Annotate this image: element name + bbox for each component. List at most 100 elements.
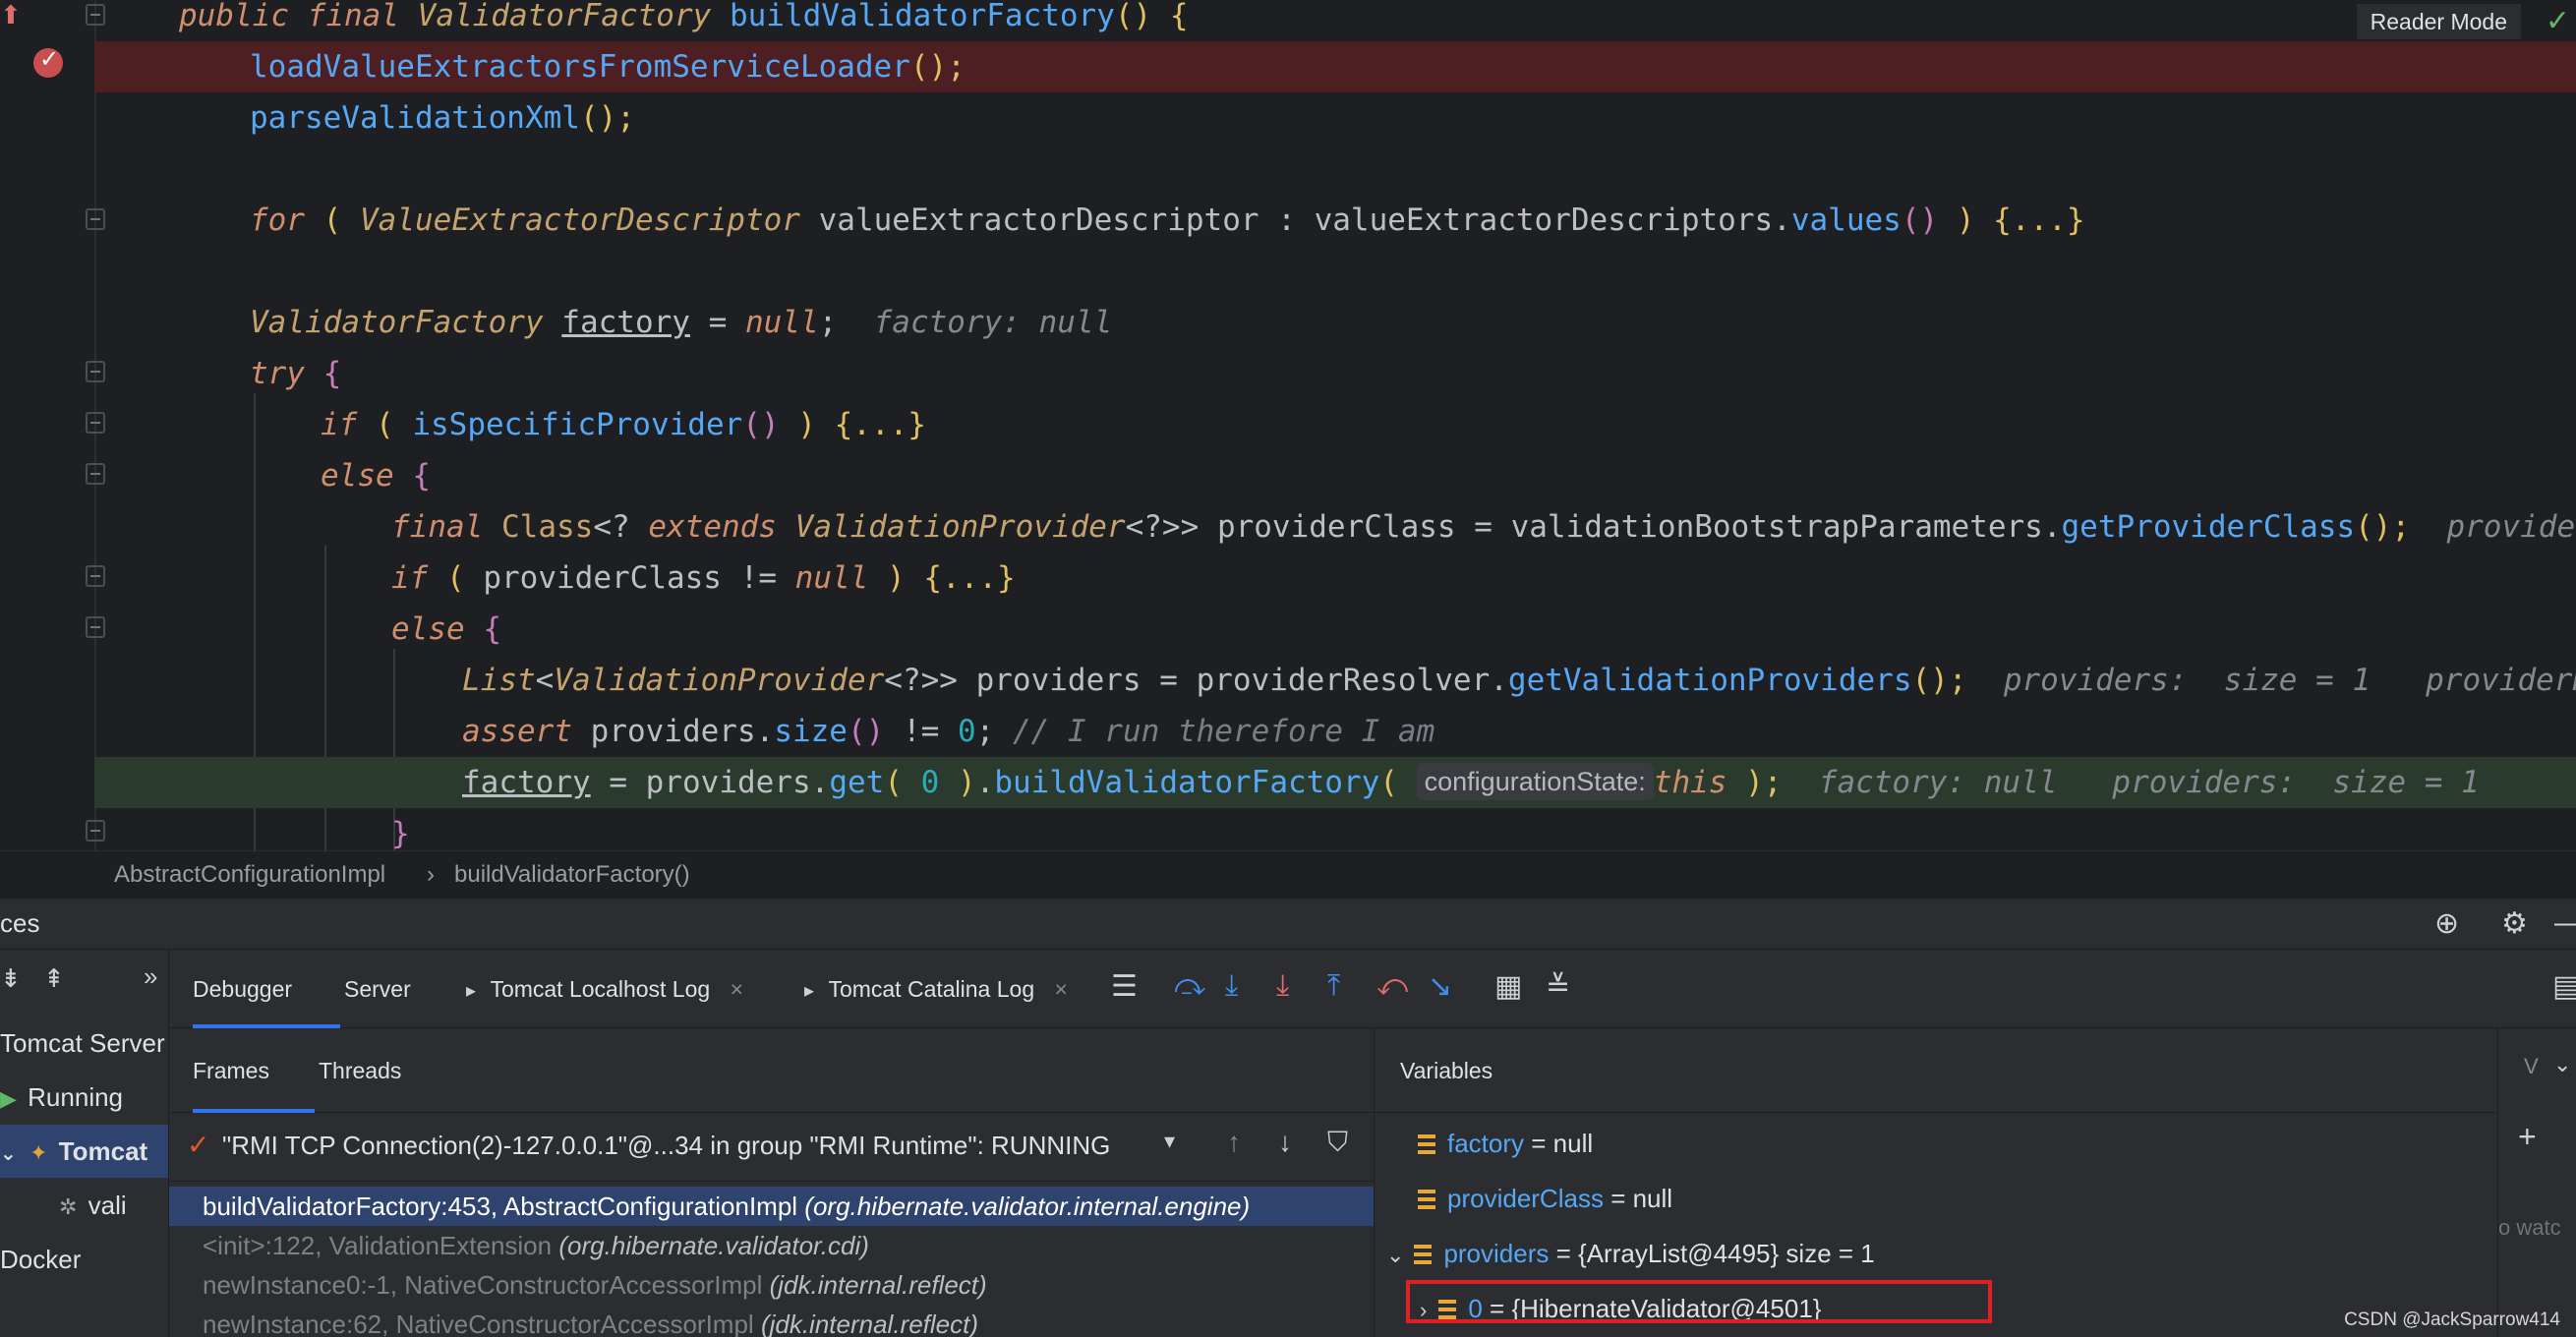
variable-row[interactable]: providerClass = null	[1375, 1174, 2497, 1223]
variable-value: = null	[1531, 1129, 1594, 1158]
code-token: !=	[902, 714, 940, 749]
services-tree[interactable]: ⇟ ⇞ » Tomcat Server ▶ Running ⌄ ✦ Tomcat…	[0, 950, 169, 1337]
menu-icon[interactable]: ☰	[1111, 969, 1138, 1004]
code-editor[interactable]: ⬆ ✓ public final ValidatorFactory buildV…	[0, 0, 2576, 850]
code-line-9[interactable]: final Class<? extends ValidationProvider…	[0, 501, 2576, 552]
folded-block[interactable]: {...}	[923, 560, 1015, 596]
breadcrumb: AbstractConfigurationImpl › buildValidat…	[0, 850, 2576, 898]
code-token: )	[886, 560, 906, 596]
tab-server[interactable]: Server	[344, 950, 411, 1028]
reader-mode-button[interactable]: Reader Mode	[2356, 4, 2521, 39]
crosshair-icon[interactable]: ⊕	[2434, 906, 2459, 941]
services-tool-window: ces ⊕ ⚙ — ⇟ ⇞ » Tomcat Server ▶ Running …	[0, 898, 2576, 1337]
code-line-8[interactable]: else {	[0, 450, 2576, 501]
code-line-10[interactable]: if ( providerClass != null ) {...}	[0, 552, 2576, 604]
tab-frames[interactable]: Frames	[193, 1028, 315, 1113]
arrow-up-icon[interactable]: ↑	[1227, 1127, 1241, 1158]
inline-value-hint: providers: size = 1	[2003, 663, 2371, 698]
variable-row[interactable]: factory = null	[1375, 1119, 2497, 1168]
method-call: parseValidationXml	[250, 100, 580, 136]
tomcat-icon: ✦	[29, 1140, 48, 1165]
tree-item-tomcat-server[interactable]: Tomcat Server	[0, 1017, 168, 1070]
type-name: List	[462, 663, 536, 698]
chevron-down-icon[interactable]: ⌄	[2553, 1052, 2571, 1077]
tree-item-label: Docker	[0, 1245, 82, 1274]
close-tab-icon[interactable]: ×	[1055, 976, 1068, 1002]
tree-item-artifact[interactable]: ✲ vali	[0, 1179, 168, 1232]
more-icon[interactable]: »	[144, 961, 157, 992]
tab-tomcat-catalina-log[interactable]: ▸ Tomcat Catalina Log ×	[804, 950, 1068, 1028]
code-line-1[interactable]: public final ValidatorFactory buildValid…	[0, 0, 2576, 41]
chevron-down-icon[interactable]: ⌄	[1386, 1243, 1404, 1267]
tree-item-running[interactable]: ▶ Running	[0, 1071, 168, 1124]
step-over-icon[interactable]: ⤼	[1174, 969, 1205, 1003]
folded-block[interactable]: {...}	[835, 407, 926, 442]
code-line-3[interactable]: parseValidationXml();	[0, 92, 2576, 144]
arrow-down-icon[interactable]: ↓	[1278, 1127, 1292, 1158]
code-line-5[interactable]: ValidatorFactory factory = null; factory…	[0, 297, 2576, 348]
code-line-4[interactable]: for ( ValueExtractorDescriptor valueExtr…	[0, 195, 2576, 246]
tab-threads[interactable]: Threads	[319, 1028, 401, 1113]
minimize-icon[interactable]: —	[2554, 906, 2576, 940]
code-line-12[interactable]: List<ValidationProvider<?>> providers = …	[0, 655, 2576, 706]
code-line-15[interactable]: }	[0, 808, 2576, 850]
code-line-7[interactable]: if ( isSpecificProvider() ) {...}	[0, 399, 2576, 450]
breadcrumb-method[interactable]: buildValidatorFactory()	[454, 851, 690, 899]
add-watch-icon[interactable]: +	[2518, 1119, 2537, 1155]
code-token: .	[755, 714, 775, 749]
inline-value-hint: providerReso	[2426, 663, 2576, 698]
tree-item-tomcat[interactable]: ⌄ ✦ Tomcat	[0, 1125, 168, 1178]
method-call: loadValueExtractorsFromServiceLoader	[250, 49, 910, 85]
code-line-execution-point[interactable]: factory = providers.get( 0 ).buildValida…	[94, 757, 2576, 808]
method-call: size	[774, 714, 848, 749]
filter-icon[interactable]: ⛉	[1327, 1127, 1348, 1159]
inspection-ok-icon[interactable]: ✓	[2546, 4, 2570, 38]
close-tab-icon[interactable]: ×	[731, 976, 743, 1002]
code-token: .	[1490, 663, 1508, 698]
force-step-into-icon[interactable]: ⤓	[1276, 969, 1289, 1003]
drop-frame-icon[interactable]: ⤺	[1376, 969, 1408, 1003]
evaluate-expression-icon[interactable]: ▦	[1494, 969, 1522, 1004]
code-token: <?>>	[884, 663, 958, 698]
code-token: ()	[1901, 203, 1939, 238]
trace-icon[interactable]: ≚	[1546, 969, 1570, 1004]
collapse-all-icon[interactable]: ⇞	[43, 963, 65, 994]
code-token: !=	[739, 560, 777, 596]
step-into-icon[interactable]: ⤓	[1225, 969, 1238, 1003]
tree-item-label: vali	[88, 1191, 127, 1220]
chevron-down-icon[interactable]: ▾	[1164, 1129, 1175, 1154]
thread-selector[interactable]: ✓ "RMI TCP Connection(2)-127.0.0.1"@...3…	[169, 1113, 1374, 1182]
code-token: ();	[2355, 509, 2411, 545]
code-token: .	[1773, 203, 1791, 238]
stack-frame[interactable]: <init>:122, ValidationExtension (org.hib…	[169, 1226, 1374, 1265]
code-line-breakpoint[interactable]: loadValueExtractorsFromServiceLoader();	[94, 41, 2576, 92]
tab-tomcat-localhost-log[interactable]: ▸ Tomcat Localhost Log ×	[466, 950, 743, 1028]
variable-name: providers	[1443, 1239, 1550, 1268]
thread-selector-label: "RMI TCP Connection(2)-127.0.0.1"@...34 …	[222, 1131, 1111, 1160]
stack-frame[interactable]: newInstance0:-1, NativeConstructorAccess…	[169, 1265, 1374, 1305]
stack-frame[interactable]: newInstance:62, NativeConstructorAccesso…	[169, 1305, 1374, 1337]
variable: providerClass	[483, 560, 722, 596]
variable-row[interactable]: ⌄ providers = {ArrayList@4495} size = 1	[1375, 1229, 2497, 1278]
tree-item-docker[interactable]: Docker	[0, 1233, 168, 1286]
method-call: get	[829, 765, 885, 800]
code-line-6[interactable]: try {	[0, 348, 2576, 399]
keyword: final	[307, 0, 399, 33]
expand-all-icon[interactable]: ⇟	[0, 963, 22, 994]
gear-icon[interactable]: ⚙	[2501, 906, 2528, 941]
annotation-highlight-box	[1406, 1280, 1992, 1323]
code-line-13[interactable]: assert providers.size() != 0; // I run t…	[0, 706, 2576, 757]
run-icon: ▶	[0, 1086, 17, 1111]
stack-frame[interactable]: buildValidatorFactory:453, AbstractConfi…	[169, 1187, 1374, 1226]
tab-label: Tomcat Catalina Log	[828, 976, 1035, 1002]
keyword: try	[250, 356, 305, 391]
folded-block[interactable]: {...}	[1993, 203, 2084, 238]
tab-debugger[interactable]: Debugger	[193, 950, 340, 1028]
code-line-11[interactable]: else {	[0, 604, 2576, 655]
code-token: )	[1956, 203, 1975, 238]
run-to-cursor-icon[interactable]: ↘	[1428, 969, 1452, 1004]
breadcrumb-class[interactable]: AbstractConfigurationImpl	[114, 851, 385, 899]
layout-icon[interactable]: ▤	[2552, 969, 2576, 1004]
chevron-down-icon[interactable]: ⌄	[0, 1143, 17, 1165]
step-out-icon[interactable]: ⤒	[1327, 969, 1340, 1003]
